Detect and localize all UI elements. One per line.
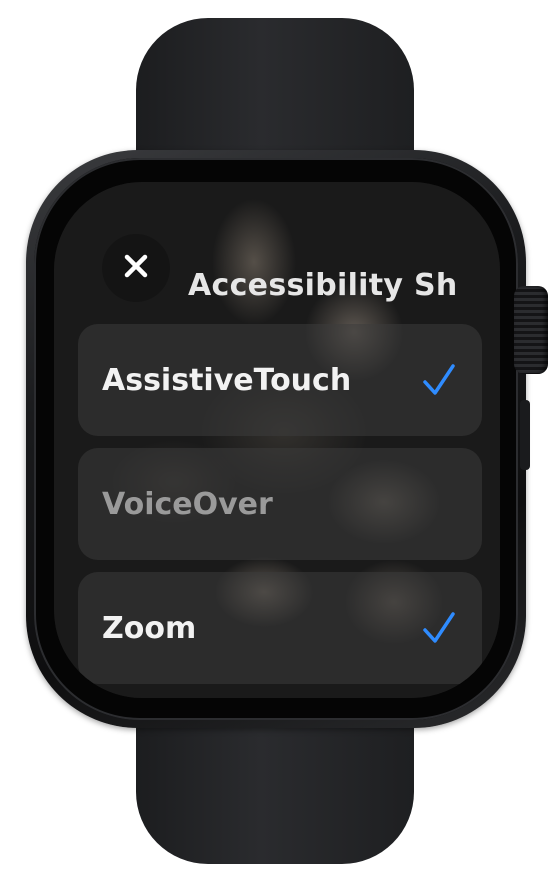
list-item-label: VoiceOver xyxy=(102,486,273,522)
checkmark-icon xyxy=(423,612,455,643)
side-button[interactable] xyxy=(520,400,530,470)
close-button[interactable] xyxy=(102,234,170,302)
list-item-label: AssistiveTouch xyxy=(102,362,352,398)
list-item-zoom[interactable]: Zoom xyxy=(78,572,482,684)
list-item-voiceover[interactable]: VoiceOver xyxy=(78,448,482,560)
page-title: Accessibility Sh xyxy=(188,268,458,303)
digital-crown[interactable] xyxy=(514,286,548,374)
close-icon xyxy=(121,251,151,285)
watch-screen: Accessibility Sh AssistiveTouch VoiceOve… xyxy=(54,182,500,698)
list-item-assistivetouch[interactable]: AssistiveTouch xyxy=(78,324,482,436)
shortcut-list: AssistiveTouch VoiceOver Zoom xyxy=(78,324,482,696)
checkmark-icon xyxy=(423,364,455,395)
list-item-label: Zoom xyxy=(102,610,197,646)
